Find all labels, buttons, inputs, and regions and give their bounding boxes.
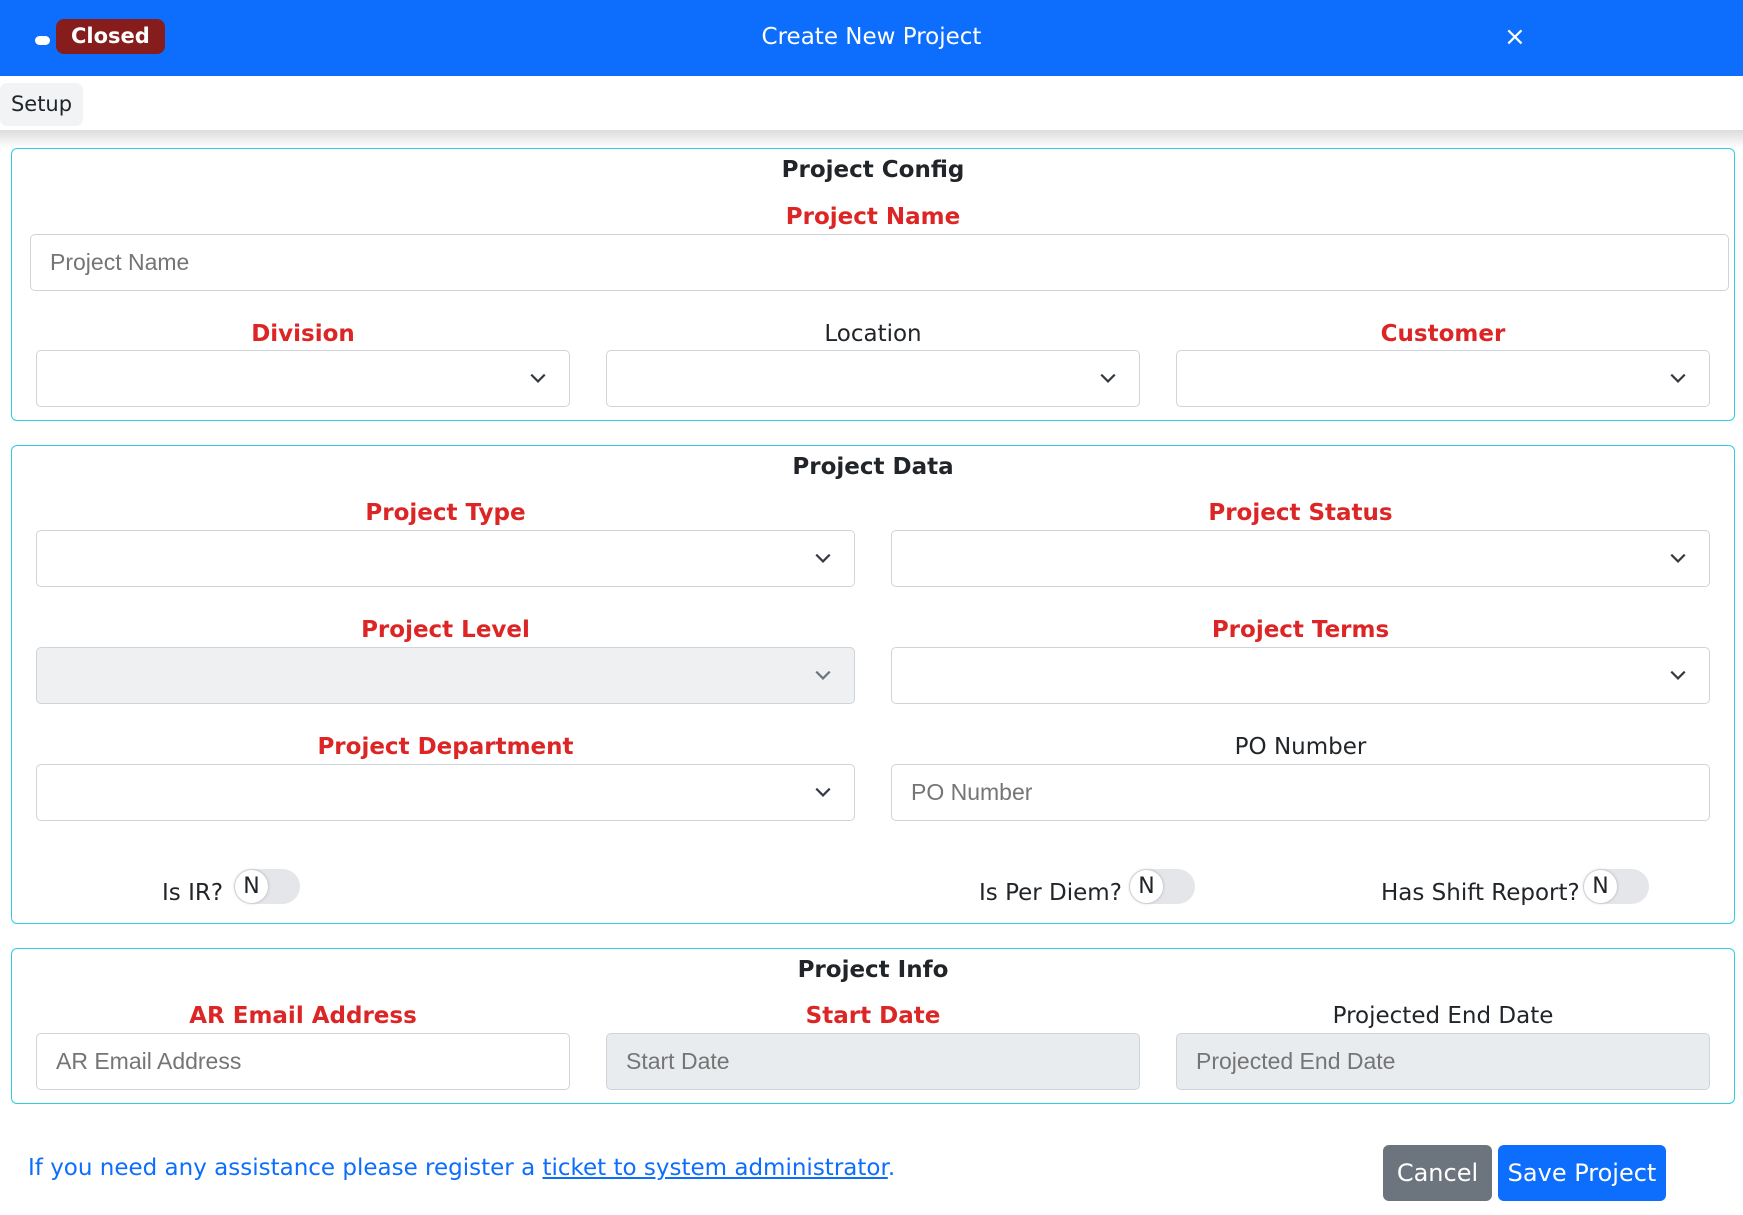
toggle-knob: N bbox=[1130, 870, 1163, 903]
project-data-panel: Project Data Project Type Project Status… bbox=[11, 445, 1735, 924]
tab-bar-shadow bbox=[0, 130, 1743, 148]
project-status-select[interactable] bbox=[891, 530, 1710, 587]
ar-email-label: AR Email Address bbox=[189, 1003, 417, 1029]
is-ir-toggle[interactable]: N bbox=[234, 869, 300, 904]
start-date-label: Start Date bbox=[805, 1003, 941, 1029]
projected-end-date-input[interactable] bbox=[1176, 1033, 1710, 1090]
chevron-down-icon bbox=[815, 787, 831, 797]
is-per-diem-label: Is Per Diem? bbox=[979, 880, 1122, 906]
chevron-down-icon bbox=[1670, 670, 1686, 680]
division-label: Division bbox=[251, 321, 355, 347]
location-label: Location bbox=[824, 321, 922, 347]
location-select[interactable] bbox=[606, 350, 1140, 407]
projected-end-date-label: Projected End Date bbox=[1332, 1003, 1554, 1029]
chevron-down-icon bbox=[1100, 373, 1116, 383]
tab-setup[interactable]: Setup bbox=[0, 83, 83, 126]
po-number-label: PO Number bbox=[1234, 734, 1367, 760]
project-data-title: Project Data bbox=[792, 454, 954, 480]
project-level-label: Project Level bbox=[361, 617, 530, 643]
chevron-down-icon bbox=[1670, 553, 1686, 563]
toggle-knob: N bbox=[1584, 870, 1617, 903]
po-number-input[interactable] bbox=[891, 764, 1710, 821]
help-prefix: If you need any assistance please regist… bbox=[28, 1155, 543, 1181]
chevron-down-icon bbox=[530, 373, 546, 383]
project-terms-label: Project Terms bbox=[1211, 617, 1390, 643]
project-info-panel: Project Info AR Email Address Start Date… bbox=[11, 948, 1735, 1104]
project-type-select[interactable] bbox=[36, 530, 855, 587]
project-name-label: Project Name bbox=[785, 204, 961, 230]
project-department-label: Project Department bbox=[317, 734, 574, 760]
chevron-down-icon bbox=[1670, 373, 1686, 383]
chevron-down-icon bbox=[815, 670, 831, 680]
modal-title: Create New Project bbox=[761, 24, 982, 50]
project-department-select[interactable] bbox=[36, 764, 855, 821]
save-project-button[interactable]: Save Project bbox=[1498, 1145, 1666, 1201]
help-suffix: . bbox=[887, 1155, 896, 1181]
ticket-link[interactable]: ticket to system administrator bbox=[542, 1155, 887, 1181]
project-config-title: Project Config bbox=[781, 157, 965, 183]
has-shift-report-label: Has Shift Report? bbox=[1381, 880, 1580, 906]
customer-label: Customer bbox=[1380, 321, 1506, 347]
project-name-input[interactable] bbox=[30, 234, 1729, 291]
chevron-down-icon bbox=[815, 553, 831, 563]
is-per-diem-toggle[interactable]: N bbox=[1129, 869, 1195, 904]
start-date-input[interactable] bbox=[606, 1033, 1140, 1090]
toggle-knob: N bbox=[235, 870, 268, 903]
project-info-title: Project Info bbox=[797, 957, 949, 983]
project-status-label: Project Status bbox=[1208, 500, 1393, 526]
ar-email-input[interactable] bbox=[36, 1033, 570, 1090]
division-select[interactable] bbox=[36, 350, 570, 407]
project-terms-select[interactable] bbox=[891, 647, 1710, 704]
has-shift-report-toggle[interactable]: N bbox=[1583, 869, 1649, 904]
is-ir-label: Is IR? bbox=[162, 880, 224, 906]
modal-header: Closed Create New Project × bbox=[0, 0, 1743, 76]
help-text: If you need any assistance please regist… bbox=[28, 1155, 895, 1181]
project-level-select bbox=[36, 647, 855, 704]
cancel-button[interactable]: Cancel bbox=[1383, 1145, 1492, 1201]
project-type-label: Project Type bbox=[365, 500, 526, 526]
project-config-panel: Project Config Project Name Division Loc… bbox=[11, 148, 1735, 421]
customer-select[interactable] bbox=[1176, 350, 1710, 407]
close-icon[interactable]: × bbox=[1504, 22, 1526, 52]
